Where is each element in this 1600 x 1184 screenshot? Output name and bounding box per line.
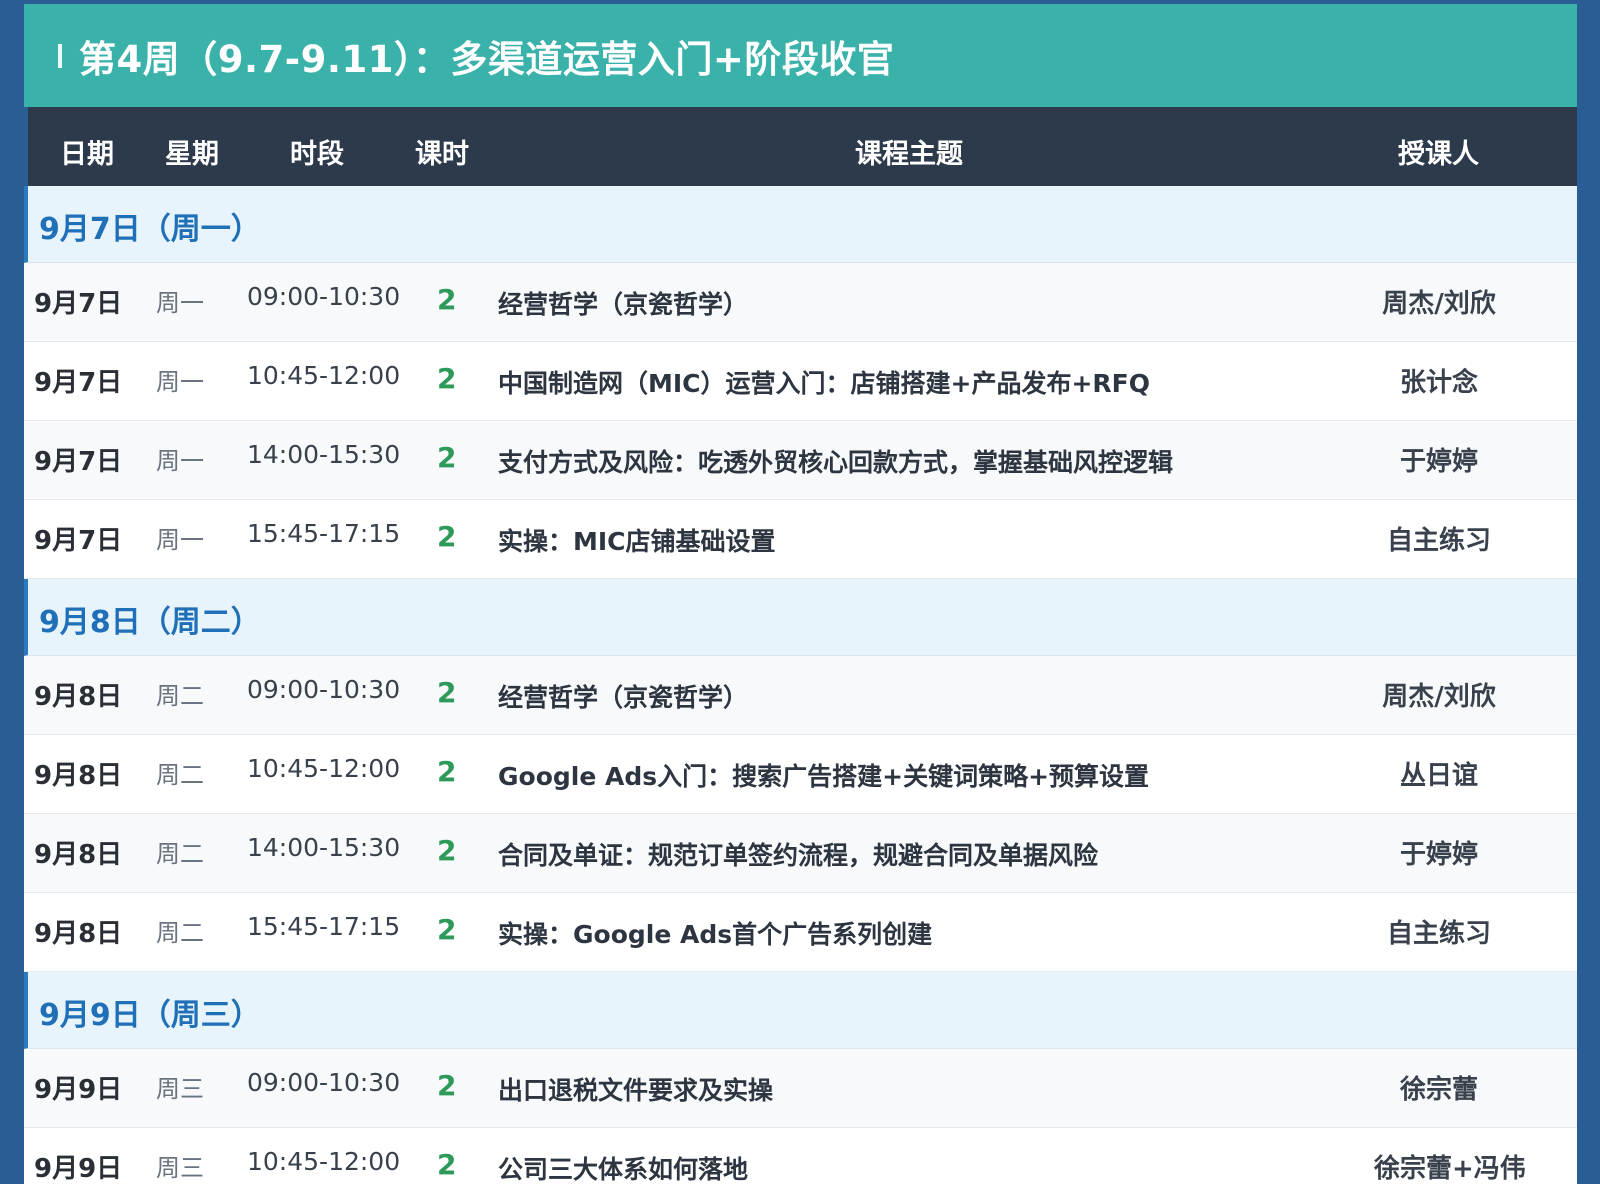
cell-weekday: 周一 [156,368,204,396]
cell-teacher: 于婷婷 [1399,447,1478,477]
cell-time: 09:00-10:30 [247,1068,401,1097]
cell-teacher: 自主练习 [1386,919,1491,949]
cell-hours: 2 [437,676,457,709]
date-group-header: 9月8日（周二） [24,579,1577,656]
title-accent-bar [58,43,62,68]
date-group-header: 9月7日（周一） [24,186,1577,263]
cell-time: 14:00-15:30 [247,440,401,469]
table-row: 9月8日 周二 09:00-10:30 2 经营哲学（京瓷哲学） 周杰/刘欣 [24,656,1577,735]
table-row: 9月9日 周三 10:45-12:00 2 公司三大体系如何落地 徐宗蕾+冯伟 [24,1128,1577,1184]
cell-topic: 实操：Google Ads首个广告系列创建 [498,920,933,949]
cell-topic: 支付方式及风险：吃透外贸核心回款方式，掌握基础风控逻辑 [498,448,1174,477]
cell-teacher: 丛日谊 [1399,761,1478,791]
col-teacher-header: 授课人 [1398,139,1479,170]
cell-time: 10:45-12:00 [247,754,401,783]
cell-weekday: 周一 [156,447,204,475]
cell-weekday: 周三 [156,1075,204,1103]
table-header: 日期 星期 时段 课时 课程主题 授课人 [24,107,1577,186]
cell-hours: 2 [437,441,457,474]
cell-weekday: 周二 [156,919,204,947]
cell-weekday: 周二 [156,682,204,710]
cell-topic: 经营哲学（京瓷哲学） [498,290,749,319]
cell-date: 9月8日 [34,682,123,712]
cell-date: 9月7日 [34,368,123,398]
cell-hours: 2 [437,283,457,316]
table-row: 9月7日 周一 14:00-15:30 2 支付方式及风险：吃透外贸核心回款方式，掌握基… [24,421,1577,500]
week-title-bar: 第4周（9.7-9.11）：多渠道运营入门+阶段收官 [24,4,1577,107]
cell-date: 9月8日 [34,919,123,949]
table-row: 9月8日 周二 15:45-17:15 2 实操：Google Ads首个广告系列创建 自… [24,893,1577,972]
cell-teacher: 徐宗蕾 [1399,1075,1478,1105]
cell-weekday: 周二 [156,761,204,789]
cell-hours: 2 [437,834,457,867]
cell-teacher: 自主练习 [1386,526,1491,556]
cell-teacher: 徐宗蕾+冯伟 [1374,1154,1526,1184]
date-group-label: 9月7日（周一） [39,212,261,247]
cell-weekday: 周三 [156,1154,204,1182]
cell-time: 10:45-12:00 [247,361,401,390]
table-row: 9月7日 周一 09:00-10:30 2 经营哲学（京瓷哲学） 周杰/刘欣 [24,263,1577,342]
date-group-header: 9月9日（周三） [24,972,1577,1049]
cell-date: 9月7日 [34,289,123,319]
cell-time: 15:45-17:15 [247,519,401,548]
table-row: 9月9日 周三 09:00-10:30 2 出口退税文件要求及实操 徐宗蕾 [24,1049,1577,1128]
date-group-label: 9月9日（周三） [39,998,261,1033]
cell-topic: Google Ads入门：搜索广告搭建+关键词策略+预算设置 [498,762,1150,791]
cell-date: 9月8日 [34,761,123,791]
cell-hours: 2 [437,913,457,946]
cell-date: 9月8日 [34,840,123,870]
cell-topic: 经营哲学（京瓷哲学） [498,683,749,712]
cell-teacher: 周杰/刘欣 [1382,682,1496,712]
cell-date: 9月9日 [34,1154,123,1184]
cell-date: 9月7日 [34,447,123,477]
cell-time: 09:00-10:30 [247,282,401,311]
cell-time: 10:45-12:00 [247,1147,401,1176]
cell-weekday: 周二 [156,840,204,868]
col-weekday-header: 星期 [165,139,219,170]
schedule-card: 第4周（9.7-9.11）：多渠道运营入门+阶段收官 日期 星期 时段 课时 课… [24,4,1577,1184]
cell-hours: 2 [437,520,457,553]
cell-teacher: 张计念 [1399,368,1478,398]
cell-hours: 2 [437,1069,457,1102]
cell-hours: 2 [437,755,457,788]
cell-teacher: 周杰/刘欣 [1382,289,1496,319]
cell-weekday: 周一 [156,526,204,554]
cell-topic: 中国制造网（MIC）运营入门：店铺搭建+产品发布+RFQ [498,369,1151,398]
cell-time: 14:00-15:30 [247,833,401,862]
date-group-label: 9月8日（周二） [39,605,261,640]
col-time-header: 时段 [290,139,344,170]
cell-date: 9月9日 [34,1075,123,1105]
cell-date: 9月7日 [34,526,123,556]
cell-hours: 2 [437,1148,457,1181]
col-date-header: 日期 [60,139,114,170]
table-row: 9月8日 周二 10:45-12:00 2 Google Ads入门：搜索广告搭建+关键… [24,735,1577,814]
table-row: 9月7日 周一 15:45-17:15 2 实操：MIC店铺基础设置 自主练习 [24,500,1577,579]
cell-topic: 实操：MIC店铺基础设置 [498,527,776,556]
col-hours-header: 课时 [415,139,469,170]
table-row: 9月7日 周一 10:45-12:00 2 中国制造网（MIC）运营入门：店铺搭建+产品… [24,342,1577,421]
cell-time: 15:45-17:15 [247,912,401,941]
cell-topic: 合同及单证：规范订单签约流程，规避合同及单据风险 [498,841,1099,870]
cell-hours: 2 [437,362,457,395]
cell-teacher: 于婷婷 [1399,840,1478,870]
cell-topic: 出口退税文件要求及实操 [498,1076,774,1105]
cell-weekday: 周一 [156,289,204,317]
cell-time: 09:00-10:30 [247,675,401,704]
table-row: 9月8日 周二 14:00-15:30 2 合同及单证：规范订单签约流程，规避合同及单据… [24,814,1577,893]
schedule-body: 9月7日（周一） 9月7日 周一 09:00-10:30 2 经营哲学（京瓷哲学） 周杰/刘… [24,186,1577,1184]
week-title: 第4周（9.7-9.11）：多渠道运营入门+阶段收官 [79,37,895,81]
cell-topic: 公司三大体系如何落地 [498,1155,749,1184]
col-topic-header: 课程主题 [855,139,963,170]
